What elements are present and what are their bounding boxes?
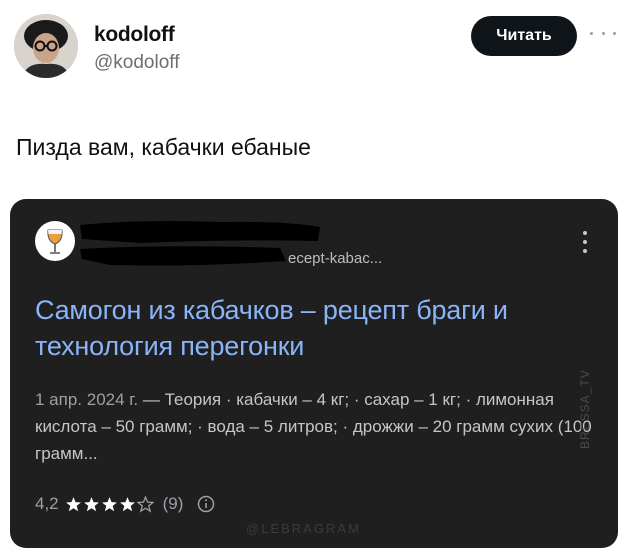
rating-row: 4,2 (9) (35, 491, 215, 517)
avatar-image (14, 14, 78, 78)
user-handle[interactable]: @kodoloff (94, 52, 180, 74)
follow-button[interactable]: Читать (471, 16, 577, 56)
watermark-bottom: @LEBRAGRAM (246, 521, 361, 536)
rating-value: 4,2 (35, 494, 59, 513)
display-name[interactable]: kodoloff (94, 23, 175, 47)
star-icon (83, 496, 99, 511)
review-count: (9) (162, 494, 184, 513)
info-icon[interactable] (197, 495, 215, 513)
result-url[interactable]: ecept-kabac... (288, 250, 382, 267)
rating-stars (65, 495, 155, 513)
result-snippet: 1 апр. 2024 г. — Теория · кабачки – 4 кг… (35, 386, 605, 467)
star-icon (101, 496, 117, 511)
result-date: 1 апр. 2024 г. (35, 390, 139, 409)
tweet-text: Пизда вам, кабачки ебаные (16, 134, 311, 160)
more-horizontal-icon[interactable] (590, 26, 616, 40)
star-icon (119, 496, 135, 511)
wine-glass-icon (35, 221, 75, 261)
result-title-link[interactable]: Самогон из кабачков – рецепт браги и тех… (35, 292, 605, 364)
star-icon (65, 496, 81, 511)
more-vertical-icon[interactable] (582, 231, 588, 253)
star-icon (136, 495, 154, 513)
watermark-side: BRESSA_TV (578, 369, 592, 449)
avatar[interactable] (14, 14, 78, 78)
search-result-card[interactable]: ecept-kabac... Самогон из кабачков – рец… (10, 199, 618, 548)
